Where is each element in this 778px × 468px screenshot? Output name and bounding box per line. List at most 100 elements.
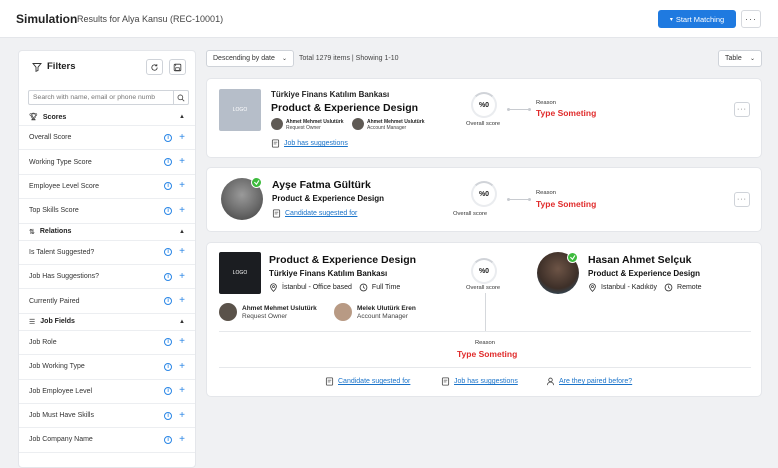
paired-before-link[interactable]: Are they paired before? <box>546 377 632 386</box>
person-request-owner: Ahmet Mehmet Uslutürk Request Owner <box>286 119 344 131</box>
plus-icon[interactable]: + <box>179 181 185 191</box>
candidate-work-type: Remote <box>677 284 702 291</box>
job-suggestions-link[interactable]: Job has suggestions <box>271 139 348 148</box>
filter-working-type-score[interactable]: Working Type Score i + <box>19 150 195 175</box>
start-matching-label: Start Matching <box>675 14 725 24</box>
candidate-location: Istanbul - Kadıköy <box>601 284 658 291</box>
filter-job-role[interactable]: Job Role i + <box>19 331 195 356</box>
job-card[interactable]: LOGO Türkiye Finans Katılım Bankası Prod… <box>206 78 762 158</box>
reset-filters-button[interactable] <box>146 59 163 75</box>
candidate-card[interactable]: Ayşe Fatma Gültürk Product & Experience … <box>206 167 762 232</box>
avatar <box>271 118 283 130</box>
view-select[interactable]: Table ⌄ <box>718 50 762 67</box>
sidebar-search <box>28 90 189 105</box>
list-icon: ☰ <box>29 318 36 326</box>
caret-up-icon: ▲ <box>179 318 185 325</box>
filter-job-company-name[interactable]: Job Company Name i + <box>19 428 195 453</box>
candidate-suggested-link[interactable]: Candidate sugested for <box>325 377 410 386</box>
sort-select[interactable]: Descending by date ⌄ <box>206 50 294 67</box>
info-icon[interactable]: i <box>164 411 173 420</box>
info-icon[interactable]: i <box>164 272 173 281</box>
location-pin-icon <box>589 283 596 292</box>
document-icon <box>272 209 281 218</box>
candidate-meta: Istanbul - Kadıköy Remote <box>588 283 702 292</box>
section-scores[interactable]: 🏆︎ Scores ▲ <box>19 109 195 126</box>
info-icon[interactable]: i <box>164 387 173 396</box>
plus-icon[interactable]: + <box>179 132 185 143</box>
filter-icon <box>32 62 42 72</box>
relations-icon: ⇅ <box>29 228 35 236</box>
filter-job-must-have-skills[interactable]: Job Must Have Skills i + <box>19 404 195 429</box>
list-toolbar: Descending by date ⌄ Total 1279 items | … <box>206 50 762 68</box>
candidate-suggested-link[interactable]: Candidate sugested for <box>272 209 357 218</box>
section-relations[interactable]: ⇅ Relations ▲ <box>19 224 195 241</box>
search-button[interactable] <box>173 91 188 104</box>
avatar <box>219 303 237 321</box>
card-more-button[interactable]: ··· <box>734 102 750 117</box>
document-icon <box>325 377 334 386</box>
start-matching-button[interactable]: ▾ Start Matching <box>658 10 736 28</box>
filter-talent-suggested[interactable]: Is Talent Suggested? i + <box>19 241 195 265</box>
plus-icon[interactable]: + <box>179 247 185 257</box>
header-more-button[interactable]: ··· <box>741 10 761 28</box>
search-input[interactable] <box>29 91 173 104</box>
match-card[interactable]: LOGO Product & Experience Design Türkiye… <box>206 242 762 397</box>
connector-vertical <box>485 293 486 331</box>
score-label: Overall score <box>453 211 488 217</box>
plus-icon[interactable]: + <box>179 434 185 445</box>
info-icon[interactable]: i <box>164 362 173 371</box>
save-filters-button[interactable] <box>169 59 186 75</box>
caret-up-icon: ▲ <box>179 114 185 120</box>
info-icon[interactable]: i <box>164 338 173 347</box>
filter-overall-score[interactable]: Overall Score i + <box>19 126 195 151</box>
filter-list: 🏆︎ Scores ▲ Overall Score i + Working Type… <box>19 109 195 453</box>
divider <box>219 367 751 368</box>
plus-icon[interactable]: + <box>179 410 185 421</box>
candidate-role: Product & Experience Design <box>272 194 385 203</box>
plus-icon[interactable]: + <box>179 271 185 282</box>
section-label: Scores <box>42 113 67 121</box>
info-icon[interactable]: i <box>164 206 173 215</box>
score-label: Overall score <box>466 121 501 127</box>
info-icon[interactable]: i <box>164 158 173 167</box>
filters-sidebar: Filters 🏆︎ Scores ▲ Overall Scorei+ Work… <box>18 50 196 468</box>
reason-value: Type Someting <box>536 199 597 209</box>
filter-job-working-type[interactable]: Job Working Type i + <box>19 355 195 380</box>
divider <box>219 331 751 332</box>
plus-icon[interactable]: + <box>179 361 185 372</box>
info-icon[interactable]: i <box>164 182 173 191</box>
section-label: Job Fields <box>40 318 75 326</box>
section-job-fields[interactable]: ☰ Job Fields ▲ <box>19 314 195 331</box>
info-icon[interactable]: i <box>164 133 173 142</box>
info-icon[interactable]: i <box>164 297 173 306</box>
chevron-down-icon: ▾ <box>669 16 673 23</box>
filters-header: Filters <box>19 51 195 85</box>
overall-score: %0 <box>471 92 497 118</box>
filter-job-employee-level[interactable]: Job Employee Level i + <box>19 380 195 404</box>
card-more-button[interactable]: ··· <box>734 192 750 207</box>
overall-score: %0 <box>471 181 497 207</box>
clock-icon <box>359 283 368 292</box>
filters-title: Filters <box>47 61 76 72</box>
company-name: Türkiye Finans Katılım Bankası <box>271 90 390 99</box>
plus-icon[interactable]: + <box>179 386 185 396</box>
filter-employee-level-score[interactable]: Employee Level Score i + <box>19 175 195 200</box>
filter-top-skills-score[interactable]: Top Skills Score i + <box>19 199 195 224</box>
avatar <box>352 118 364 130</box>
info-icon[interactable]: i <box>164 248 173 257</box>
filter-currently-paired[interactable]: Currently Paired i + <box>19 289 195 314</box>
plus-icon[interactable]: + <box>179 205 185 216</box>
job-suggestions-link[interactable]: Job has suggestions <box>441 377 518 386</box>
location-pin-icon <box>270 283 277 292</box>
clock-icon <box>664 283 673 292</box>
info-icon[interactable]: i <box>164 435 173 444</box>
verified-badge-icon <box>567 252 578 263</box>
verified-badge-icon <box>251 177 262 188</box>
filter-job-has-suggestions[interactable]: Job Has Suggestions? i + <box>19 265 195 290</box>
plus-icon[interactable]: + <box>179 296 185 306</box>
plus-icon[interactable]: + <box>179 157 185 167</box>
job-meta: İstanbul - Office based Full Time <box>269 283 400 292</box>
refresh-icon <box>151 63 158 71</box>
plus-icon[interactable]: + <box>179 337 185 347</box>
trophy-icon: 🏆︎ <box>29 114 38 121</box>
